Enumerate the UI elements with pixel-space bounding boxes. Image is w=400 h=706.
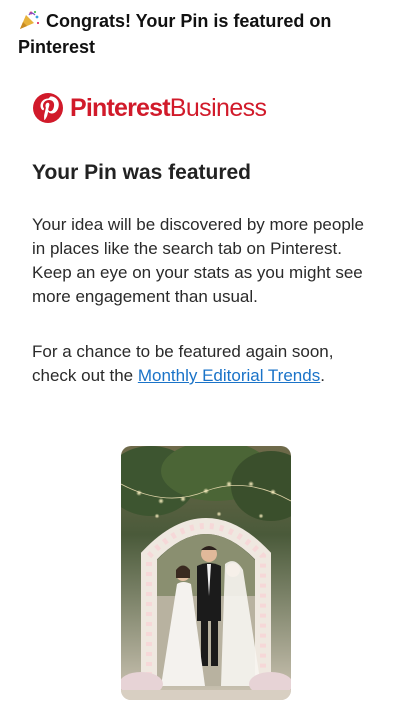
party-popper-icon	[20, 10, 39, 29]
brand-name: Pinterest	[70, 94, 171, 122]
headline: Your Pin was featured	[32, 161, 251, 184]
body-paragraph-2: For a chance to be featured again soon, …	[32, 340, 372, 388]
pinterest-business-logo: Pinterest Business	[32, 91, 267, 125]
monthly-editorial-trends-link[interactable]: Monthly Editorial Trends	[138, 366, 320, 385]
body-paragraph-1: Your idea will be discovered by more peo…	[32, 215, 365, 306]
wedding-photo-image	[121, 446, 291, 700]
email-subject-text: Congrats! Your Pin is featured on Pinter…	[18, 11, 332, 57]
email-subject: Congrats! Your Pin is featured on Pinter…	[18, 8, 378, 60]
featured-pin-image[interactable]	[121, 446, 291, 700]
paragraph-2-end: .	[320, 366, 325, 385]
brand-suffix: Business	[169, 94, 267, 122]
pinterest-logo-icon	[33, 93, 63, 123]
